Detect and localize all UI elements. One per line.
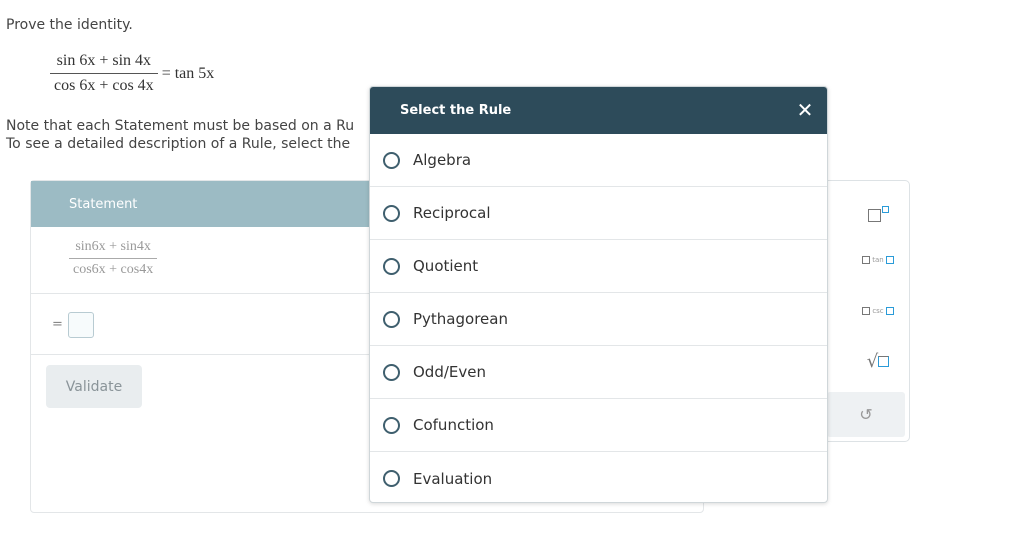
rule-option-odd-even[interactable]: Odd/Even (370, 346, 827, 399)
identity-numerator: sin 6x + sin 4x (56, 52, 152, 69)
rule-option-label: Cofunction (413, 416, 494, 434)
radio-button[interactable] (383, 151, 400, 169)
rule-option-label: Evaluation (413, 469, 493, 488)
superscript-tool[interactable] (863, 197, 893, 227)
rule-option-cofunction[interactable]: Cofunction (370, 399, 827, 452)
statement-answer-box[interactable] (68, 312, 94, 338)
exponent-box-icon (881, 205, 889, 213)
base-box-icon (867, 209, 881, 222)
input-box-icon (885, 256, 894, 264)
undo-button[interactable]: ↺ (827, 392, 905, 437)
rule-option-label: Quotient (413, 257, 479, 275)
dialog-header: Select the Rule ✕ (370, 87, 827, 134)
note-line-1: Note that each Statement must be based o… (6, 118, 355, 134)
initial-statement-fraction: sin6x + sin4x cos6x + cos4x (69, 239, 158, 278)
tan-label: tan (872, 256, 884, 264)
equals-sign: = (52, 317, 63, 332)
input-box-icon (862, 307, 871, 315)
rule-options-list: Algebra Reciprocal Quotient Pythagorean Odd/… (370, 134, 827, 505)
rule-option-label: Algebra (413, 151, 472, 169)
identity-denominator: cos 6x + cos 4x (54, 77, 154, 94)
note-line-2: To see a detailed description of a Rule,… (6, 136, 351, 152)
close-icon[interactable]: ✕ (795, 100, 815, 120)
rule-option-label: Reciprocal (413, 204, 491, 222)
initial-statement-numerator: sin6x + sin4x (75, 239, 151, 254)
rule-option-quotient[interactable]: Quotient (370, 240, 827, 293)
radio-button[interactable] (383, 416, 400, 434)
dialog-title: Select the Rule (400, 103, 512, 118)
radio-button[interactable] (383, 257, 400, 275)
math-tools-panel: tan csc √ ↺ (820, 180, 910, 442)
radicand-box-icon (878, 355, 890, 367)
rule-option-label: Pythagorean (413, 310, 508, 328)
rule-option-evaluation[interactable]: Evaluation (370, 452, 827, 505)
square-root-tool[interactable]: √ (861, 348, 895, 374)
identity-rhs: = tan 5x (161, 64, 215, 82)
csc-tool[interactable]: csc (854, 302, 902, 320)
rule-option-pythagorean[interactable]: Pythagorean (370, 293, 827, 346)
rule-option-algebra[interactable]: Algebra (370, 134, 827, 187)
validate-button[interactable]: Validate (46, 365, 142, 408)
input-box-icon (862, 256, 871, 264)
initial-statement-denominator: cos6x + cos4x (73, 262, 154, 277)
problem-prompt: Prove the identity. (6, 17, 133, 33)
statement-header-label: Statement (69, 196, 138, 212)
radio-button[interactable] (383, 470, 400, 487)
radio-button[interactable] (383, 204, 400, 222)
tan-tool[interactable]: tan (854, 251, 902, 269)
radio-button[interactable] (383, 363, 400, 381)
sqrt-icon: √ (866, 350, 879, 372)
input-box-icon (885, 307, 894, 315)
identity-expression: sin 6x + sin 4x cos 6x + cos 4x = tan 5x (50, 52, 214, 95)
select-rule-dialog: Select the Rule ✕ Algebra Reciprocal Quoti… (369, 86, 828, 503)
identity-lhs-fraction: sin 6x + sin 4x cos 6x + cos 4x (50, 52, 158, 95)
csc-label: csc (872, 307, 884, 315)
radio-button[interactable] (383, 310, 400, 328)
instructions-note: Note that each Statement must be based o… (6, 117, 354, 153)
undo-icon: ↺ (859, 405, 873, 424)
rule-option-reciprocal[interactable]: Reciprocal (370, 187, 827, 240)
rule-option-label: Odd/Even (413, 363, 486, 381)
